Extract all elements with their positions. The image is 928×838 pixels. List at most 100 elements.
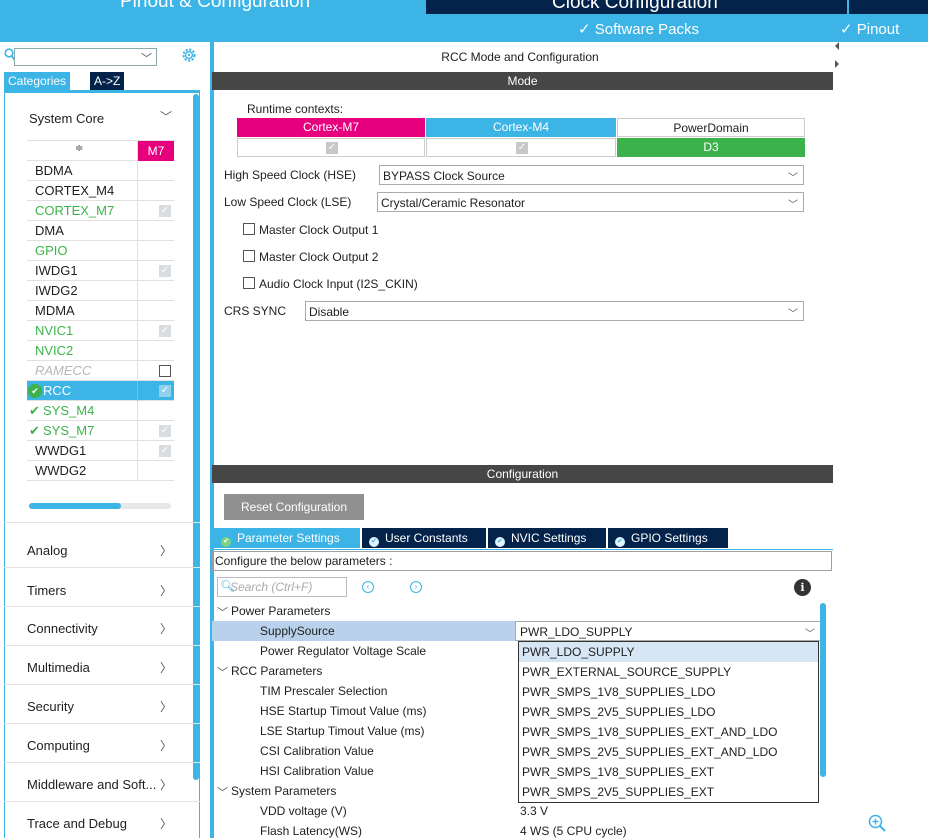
column-divider bbox=[137, 461, 138, 481]
category-multimedia[interactable]: Multimedia 〉 bbox=[27, 658, 192, 678]
ip-table-header: ≑ M7 bbox=[27, 141, 174, 161]
mode-header: Mode bbox=[212, 72, 833, 90]
category-computing[interactable]: Computing 〉 bbox=[27, 736, 192, 756]
category-trace-and-debug[interactable]: Trace and Debug 〉 bbox=[27, 814, 192, 834]
crs-sync-value: Disable bbox=[309, 305, 350, 319]
category-connectivity[interactable]: Connectivity 〉 bbox=[27, 619, 192, 639]
software-packs-menu[interactable]: ✓ Software Packs bbox=[578, 20, 699, 38]
dropdown-option[interactable]: PWR_SMPS_2V5_SUPPLIES_EXT_AND_LDO bbox=[519, 742, 818, 762]
ip-item-nvic2[interactable]: NVIC2 bbox=[27, 341, 174, 361]
ip-item-gpio[interactable]: GPIO bbox=[27, 241, 174, 261]
column-divider bbox=[137, 361, 138, 381]
chevron-down-icon[interactable]: ﹀ bbox=[217, 664, 228, 680]
cortex-m4-checkbox[interactable]: ✓ bbox=[516, 142, 528, 154]
reset-configuration-button[interactable]: Reset Configuration bbox=[224, 494, 364, 520]
dropdown-option[interactable]: PWR_SMPS_1V8_SUPPLIES_LDO bbox=[519, 682, 818, 702]
dropdown-option[interactable]: PWR_SMPS_2V5_SUPPLIES_LDO bbox=[519, 702, 818, 722]
dropdown-option[interactable]: PWR_SMPS_1V8_SUPPLIES_EXT_AND_LDO bbox=[519, 722, 818, 742]
ip-item-iwdg2[interactable]: IWDG2 bbox=[27, 281, 174, 301]
ip-item-wwdg2[interactable]: WWDG2 bbox=[27, 461, 174, 481]
left-panel: ﹀ Categories A->Z System Core ﹀ ≑ M7 BDM… bbox=[0, 42, 205, 838]
column-divider bbox=[137, 301, 138, 321]
ip-item-ramecc[interactable]: RAMECC bbox=[27, 361, 174, 381]
mco2-checkbox[interactable] bbox=[243, 250, 255, 262]
category-timers[interactable]: Timers 〉 bbox=[27, 581, 192, 601]
m7-checkbox[interactable]: ✓ bbox=[159, 445, 171, 457]
zoom-in-icon[interactable] bbox=[868, 814, 886, 832]
m7-checkbox[interactable]: ✓ bbox=[159, 425, 171, 437]
gear-icon[interactable] bbox=[180, 46, 198, 64]
tree-group-power-parameters[interactable]: ﹀ Power Parameters bbox=[212, 601, 821, 621]
sort-icon[interactable]: ≑ bbox=[75, 143, 83, 154]
power-domain-value[interactable]: D3 bbox=[617, 138, 805, 157]
ip-item-sys-m7[interactable]: ✔ SYS_M7 ✓ bbox=[27, 421, 174, 441]
mco1-checkbox[interactable] bbox=[243, 223, 255, 235]
m7-checkbox[interactable]: ✓ bbox=[159, 385, 171, 397]
hse-select[interactable]: BYPASS Clock Source ﹀ bbox=[379, 165, 804, 185]
tab-a-to-z[interactable]: A->Z bbox=[90, 72, 125, 90]
ip-item-mdma[interactable]: MDMA bbox=[27, 301, 174, 321]
ip-item-cortex-m7[interactable]: CORTEX_M7 ✓ bbox=[27, 201, 174, 221]
column-divider bbox=[137, 261, 138, 281]
chevron-down-icon[interactable]: ﹀ bbox=[217, 784, 228, 800]
ip-item-wwdg1[interactable]: WWDG1 ✓ bbox=[27, 441, 174, 461]
ip-table-hscroll-thumb[interactable] bbox=[29, 503, 121, 509]
chevron-right-icon: 〉 bbox=[160, 817, 173, 831]
check-circle-icon: ✔ bbox=[369, 537, 379, 547]
m7-checkbox[interactable]: ✓ bbox=[159, 265, 171, 277]
dropdown-option[interactable]: PWR_LDO_SUPPLY bbox=[519, 642, 818, 662]
ip-item-nvic1[interactable]: NVIC1 ✓ bbox=[27, 321, 174, 341]
tab-categories[interactable]: Categories bbox=[4, 72, 71, 90]
next-match-icon[interactable]: › bbox=[410, 581, 422, 593]
dropdown-option[interactable]: PWR_SMPS_2V5_SUPPLIES_EXT bbox=[519, 782, 818, 802]
category-analog[interactable]: Analog 〉 bbox=[27, 541, 192, 561]
m7-checkbox[interactable]: ✓ bbox=[159, 325, 171, 337]
chevron-down-icon[interactable]: ﹀ bbox=[141, 50, 152, 66]
divider bbox=[4, 684, 200, 685]
pinout-menu[interactable]: ✓ Pinout bbox=[840, 20, 899, 38]
ip-search-input[interactable]: ﹀ bbox=[14, 48, 157, 66]
column-divider bbox=[137, 161, 138, 181]
previous-match-icon[interactable]: ‹ bbox=[362, 581, 374, 593]
check-circle-icon: ✔ bbox=[615, 537, 625, 547]
parameter-search-input[interactable]: 🔍︎ Search (Ctrl+F) bbox=[217, 577, 347, 597]
ip-item-dma[interactable]: DMA bbox=[27, 221, 174, 241]
tab-pinout-configuration[interactable]: Pinout & Configuration bbox=[0, 0, 426, 14]
cortex-m7-checkbox[interactable]: ✓ bbox=[326, 142, 338, 154]
supply-source-select[interactable]: PWR_LDO_SUPPLY ﹀ bbox=[515, 621, 821, 641]
dropdown-option[interactable]: PWR_EXTERNAL_SOURCE_SUPPLY bbox=[519, 662, 818, 682]
ip-item-label: CORTEX_M7 bbox=[35, 203, 115, 218]
crs-sync-select[interactable]: Disable ﹀ bbox=[305, 301, 804, 321]
m7-checkbox[interactable]: ✓ bbox=[159, 205, 171, 217]
tab-gpio-settings[interactable]: ✔ GPIO Settings bbox=[608, 528, 728, 548]
category-system-core[interactable]: System Core bbox=[29, 111, 104, 126]
chevron-down-icon[interactable]: ﹀ bbox=[217, 604, 228, 620]
ip-item-sys-m4[interactable]: ✔ SYS_M4 bbox=[27, 401, 174, 421]
category-security[interactable]: Security 〉 bbox=[27, 697, 192, 717]
category-middleware[interactable]: Middleware and Soft... 〉 bbox=[27, 775, 192, 795]
ip-item-cortex-m4[interactable]: CORTEX_M4 bbox=[27, 181, 174, 201]
tab-parameter-settings[interactable]: ✔ Parameter Settings bbox=[214, 528, 360, 548]
tab-nvic-settings[interactable]: ✔ NVIC Settings bbox=[488, 528, 606, 548]
category-list-scrollbar[interactable] bbox=[193, 94, 199, 780]
param-supply-source[interactable]: SupplySource PWR_LDO_SUPPLY ﹀ bbox=[212, 621, 821, 641]
m7-checkbox[interactable] bbox=[159, 365, 171, 377]
ip-item-label: WWDG1 bbox=[35, 443, 87, 458]
ip-item-rcc[interactable]: ✔ RCC ✓ bbox=[27, 381, 174, 401]
checkmark-icon: ✔ bbox=[29, 403, 40, 418]
ip-item-label: RCC bbox=[43, 383, 72, 398]
tab-clock-configuration[interactable]: Clock Configuration bbox=[428, 0, 846, 14]
chevron-down-icon[interactable]: ﹀ bbox=[160, 108, 172, 125]
tab-user-constants[interactable]: ✔ User Constants bbox=[362, 528, 486, 548]
param-flash-latency[interactable]: Flash Latency(WS) 4 WS (5 CPU cycle) bbox=[212, 821, 821, 838]
info-icon[interactable]: i bbox=[794, 579, 811, 596]
param-value: 4 WS (5 CPU cycle) bbox=[520, 824, 627, 838]
parameters-scrollbar[interactable] bbox=[820, 603, 826, 777]
ip-item-iwdg1[interactable]: IWDG1 ✓ bbox=[27, 261, 174, 281]
ip-item-bdma[interactable]: BDMA bbox=[27, 161, 174, 181]
dropdown-option[interactable]: PWR_SMPS_1V8_SUPPLIES_EXT bbox=[519, 762, 818, 782]
splitter-arrows-icon[interactable] bbox=[835, 42, 839, 72]
param-vdd-voltage[interactable]: VDD voltage (V) 3.3 V bbox=[212, 801, 821, 821]
lse-select[interactable]: Crystal/Ceramic Resonator ﹀ bbox=[377, 192, 804, 212]
audio-clock-checkbox[interactable] bbox=[243, 277, 255, 289]
